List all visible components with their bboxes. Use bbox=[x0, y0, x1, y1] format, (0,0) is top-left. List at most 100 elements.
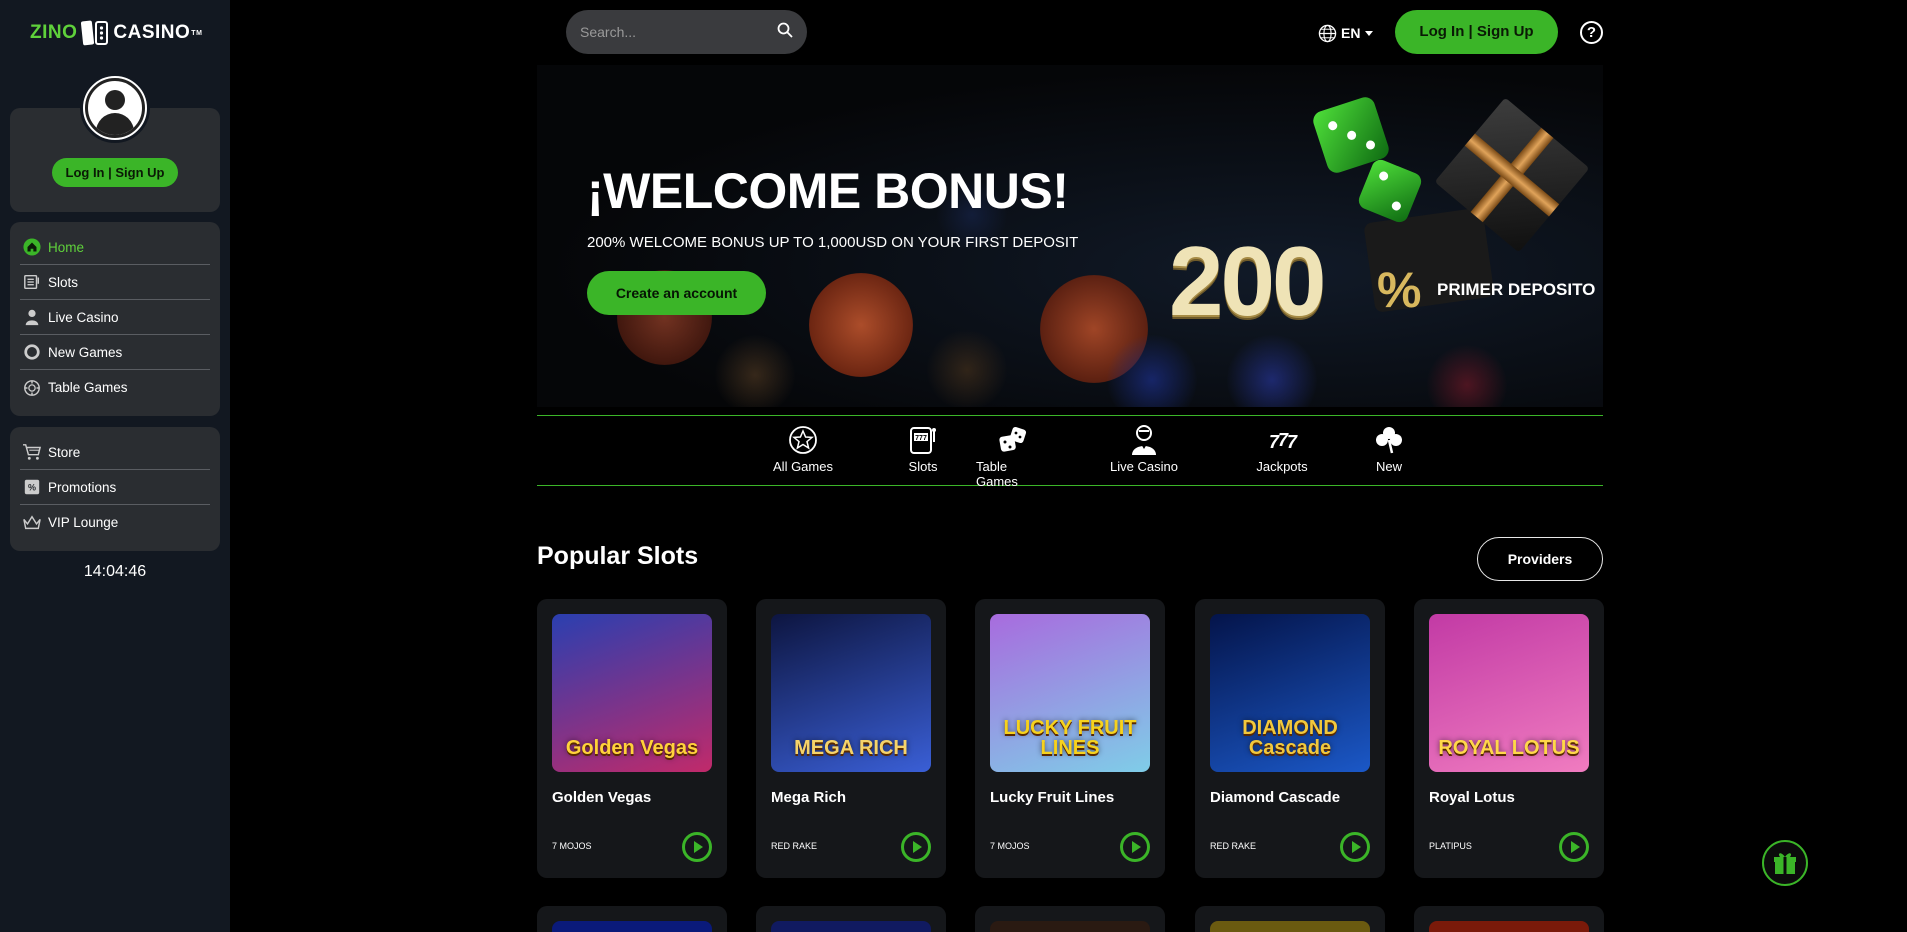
category-tab-live-casino[interactable]: Live Casino bbox=[1107, 424, 1181, 474]
game-thumbnail[interactable]: LUCKY FRUIT LINES bbox=[990, 614, 1150, 772]
chip-icon bbox=[20, 378, 44, 398]
play-icon[interactable] bbox=[1120, 832, 1150, 862]
game-card[interactable] bbox=[1414, 906, 1604, 932]
help-icon[interactable]: ? bbox=[1580, 21, 1603, 44]
cart-icon bbox=[20, 442, 44, 462]
game-card[interactable]: Golden Vegas Golden Vegas 7 MOJOS bbox=[537, 599, 727, 878]
header-login-button[interactable]: Log In | Sign Up bbox=[1395, 10, 1558, 54]
circle-icon bbox=[20, 342, 44, 362]
banner-big-number: 200 bbox=[1169, 226, 1327, 336]
game-card[interactable] bbox=[537, 906, 727, 932]
play-icon[interactable] bbox=[682, 832, 712, 862]
play-icon[interactable] bbox=[1559, 832, 1589, 862]
play-icon[interactable] bbox=[901, 832, 931, 862]
category-tab-all-games[interactable]: All Games bbox=[766, 424, 840, 474]
language-code: EN bbox=[1341, 25, 1361, 41]
search-icon[interactable] bbox=[777, 22, 793, 43]
sidebar-item-label: Table Games bbox=[48, 380, 128, 395]
logo-text-right: CASINO bbox=[113, 22, 191, 43]
category-tab-slots[interactable]: 777 Slots bbox=[886, 424, 960, 474]
sidebar-item-store[interactable]: Store bbox=[20, 435, 210, 470]
globe-icon bbox=[1318, 24, 1337, 43]
game-thumbnail[interactable] bbox=[771, 921, 931, 932]
game-thumbnail[interactable]: MEGA RICH bbox=[771, 614, 931, 772]
category-tab-jackpots[interactable]: 7 7 7 Jackpots bbox=[1245, 424, 1319, 474]
game-thumbnail[interactable] bbox=[552, 921, 712, 932]
game-card[interactable] bbox=[1195, 906, 1385, 932]
category-tab-label: New bbox=[1375, 459, 1402, 474]
logo[interactable]: ZINO CASINO TM bbox=[30, 18, 202, 48]
search-bar[interactable] bbox=[566, 10, 807, 54]
clock: 14:04:46 bbox=[83, 563, 147, 580]
banner-promo-text: PRIMER DEPOSITO bbox=[1437, 280, 1596, 299]
game-card[interactable]: MEGA RICH Mega Rich RED RAKE bbox=[756, 599, 946, 878]
category-tab-label: Table Games bbox=[976, 459, 1018, 489]
casino-app: ZINO CASINO TM Log In | Sign Up Home Slot… bbox=[0, 0, 1907, 932]
sidebar-item-promotions[interactable]: % Promotions bbox=[20, 470, 210, 505]
star-icon bbox=[787, 424, 819, 456]
sidebar-login-button[interactable]: Log In | Sign Up bbox=[52, 158, 178, 187]
game-name[interactable]: Lucky Fruit Lines bbox=[990, 789, 1114, 806]
svg-text:777: 777 bbox=[915, 435, 927, 442]
game-thumbnail-title: MEGA RICH bbox=[794, 737, 908, 759]
game-card[interactable] bbox=[756, 906, 946, 932]
search-input[interactable] bbox=[580, 24, 777, 40]
crown-icon bbox=[20, 513, 44, 533]
sidebar-item-label: Store bbox=[48, 444, 81, 460]
providers-button[interactable]: Providers bbox=[1477, 537, 1603, 581]
banner-percent: % bbox=[1377, 262, 1422, 318]
category-tab-label: Slots bbox=[908, 459, 938, 474]
banner-title: ¡WELCOME BONUS! bbox=[587, 163, 1069, 219]
game-card[interactable] bbox=[975, 906, 1165, 932]
welcome-banner[interactable]: ¡WELCOME BONUS! 200% WELCOME BONUS UP TO… bbox=[537, 65, 1603, 407]
category-tab-new[interactable]: New bbox=[1352, 424, 1426, 474]
sidebar-item-label: Slots bbox=[48, 274, 79, 290]
game-card[interactable]: ROYAL LOTUS Royal Lotus PLATIPUS bbox=[1414, 599, 1604, 878]
game-provider: 7 MOJOS bbox=[552, 841, 592, 851]
game-thumbnail[interactable]: ROYAL LOTUS bbox=[1429, 614, 1589, 772]
sidebar-extra-nav: Store % Promotions VIP Lounge bbox=[10, 427, 220, 551]
logo-text-left: ZINO bbox=[30, 22, 78, 43]
home-icon bbox=[20, 237, 44, 257]
banner-subtitle: 200% WELCOME BONUS UP TO 1,000USD ON YOU… bbox=[587, 234, 1079, 251]
game-name[interactable]: Royal Lotus bbox=[1429, 789, 1515, 806]
sidebar-item-live-casino[interactable]: Live Casino bbox=[20, 300, 210, 335]
game-provider: 7 MOJOS bbox=[990, 841, 1030, 851]
sidebar: ZINO CASINO TM Log In | Sign Up Home Slot… bbox=[0, 0, 230, 932]
domino-logo-icon bbox=[81, 20, 109, 46]
game-thumbnail[interactable]: Golden Vegas bbox=[552, 614, 712, 772]
sidebar-item-new-games[interactable]: New Games bbox=[20, 335, 210, 370]
game-thumbnail[interactable] bbox=[990, 921, 1150, 932]
slots-icon bbox=[20, 272, 44, 292]
category-tab-table-games[interactable]: Table Games bbox=[976, 424, 1050, 489]
game-thumbnail[interactable] bbox=[1210, 921, 1370, 932]
category-tab-label: All Games bbox=[773, 459, 833, 474]
svg-text:7: 7 bbox=[1287, 432, 1298, 452]
chevron-down-icon bbox=[1365, 30, 1374, 36]
game-card[interactable]: DIAMOND Cascade Diamond Cascade RED RAKE bbox=[1195, 599, 1385, 878]
play-icon[interactable] bbox=[1340, 832, 1370, 862]
gift-icon[interactable] bbox=[1762, 840, 1808, 886]
game-name[interactable]: Diamond Cascade bbox=[1210, 789, 1340, 806]
game-thumbnail-title: ROYAL LOTUS bbox=[1438, 737, 1580, 759]
create-account-button[interactable]: Create an account bbox=[587, 271, 766, 315]
green-dice-image bbox=[1356, 157, 1424, 225]
sidebar-item-table-games[interactable]: Table Games bbox=[20, 370, 210, 405]
sidebar-item-vip-lounge[interactable]: VIP Lounge bbox=[20, 505, 210, 540]
slot-machine-icon: 777 bbox=[907, 424, 939, 456]
game-thumbnail[interactable]: DIAMOND Cascade bbox=[1210, 614, 1370, 772]
section-title: Popular Slots bbox=[537, 542, 699, 570]
game-name[interactable]: Mega Rich bbox=[771, 789, 846, 806]
game-card[interactable]: LUCKY FRUIT LINES Lucky Fruit Lines 7 MOJO… bbox=[975, 599, 1165, 878]
promotions-icon: % bbox=[20, 477, 44, 497]
dealer-icon bbox=[20, 307, 44, 327]
logo-trademark: TM bbox=[191, 29, 203, 37]
game-name[interactable]: Golden Vegas bbox=[552, 789, 651, 806]
game-thumbnail-title: DIAMOND Cascade bbox=[1242, 717, 1338, 759]
game-thumbnail[interactable] bbox=[1429, 921, 1589, 932]
sidebar-item-home[interactable]: Home bbox=[20, 230, 210, 265]
language-selector[interactable]: EN bbox=[1318, 22, 1374, 44]
category-tabs: All Games 777 Slots Table Games Live Casino 7… bbox=[537, 415, 1603, 489]
sidebar-item-label: Live Casino bbox=[48, 309, 119, 325]
sidebar-item-slots[interactable]: Slots bbox=[20, 265, 210, 300]
